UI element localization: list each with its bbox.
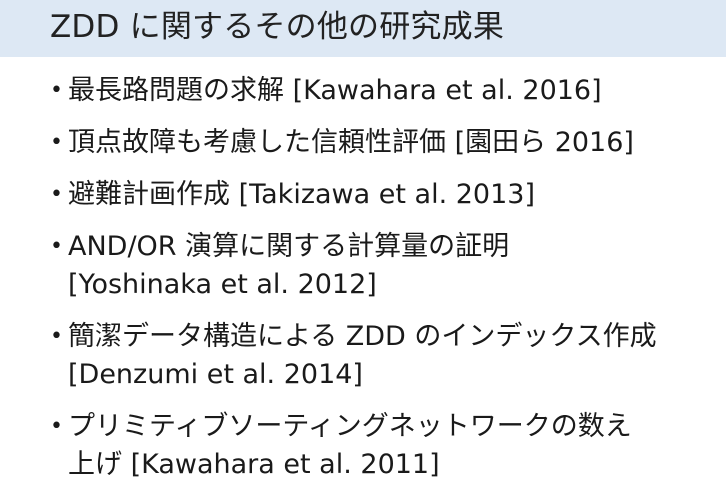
bullet-citation: [Denzumi et al. 2014]: [68, 359, 363, 390]
slide-title: ZDD に関するその他の研究成果: [50, 9, 505, 45]
bullet-item-evacuation: • 避難計画作成 [Takizawa et al. 2013]: [0, 176, 726, 214]
bullet-item-reliability: • 頂点故障も考慮した信頼性評価 [園田ら 2016]: [0, 124, 726, 162]
slide-title-bar: ZDD に関するその他の研究成果: [0, 0, 726, 57]
bullet-citation: 上げ [Kawahara et al. 2011]: [68, 449, 440, 480]
bullet-citation: [Yoshinaka et al. 2012]: [68, 269, 377, 300]
bullet-item-zdd-index: • 簡潔データ構造による ZDD のインデックス作成 [Denzumi et a…: [0, 318, 726, 394]
bullet-dot: •: [50, 324, 63, 349]
bullet-list: • 最長路問題の求解 [Kawahara et al. 2016] • 頂点故障…: [0, 72, 726, 498]
bullet-dot: •: [50, 78, 63, 103]
bullet-text: 頂点故障も考慮した信頼性評価 [園田ら 2016]: [68, 127, 634, 158]
bullet-dot: •: [50, 414, 63, 439]
bullet-text: AND/OR 演算に関する計算量の証明: [68, 231, 510, 262]
bullet-item-and-or-complexity: • AND/OR 演算に関する計算量の証明 [Yoshinaka et al. …: [0, 228, 726, 304]
bullet-text: 簡潔データ構造による ZDD のインデックス作成: [68, 321, 657, 352]
bullet-text: プリミティブソーティングネットワークの数え: [68, 411, 632, 442]
bullet-text: 避難計画作成 [Takizawa et al. 2013]: [68, 179, 535, 210]
bullet-item-longest-path: • 最長路問題の求解 [Kawahara et al. 2016]: [0, 72, 726, 110]
bullet-text: 最長路問題の求解 [Kawahara et al. 2016]: [68, 75, 602, 106]
bullet-dot: •: [50, 234, 63, 259]
bullet-item-sorting-network: • プリミティブソーティングネットワークの数え 上げ [Kawahara et …: [0, 408, 726, 484]
bullet-dot: •: [50, 130, 63, 155]
bullet-dot: •: [50, 182, 63, 207]
